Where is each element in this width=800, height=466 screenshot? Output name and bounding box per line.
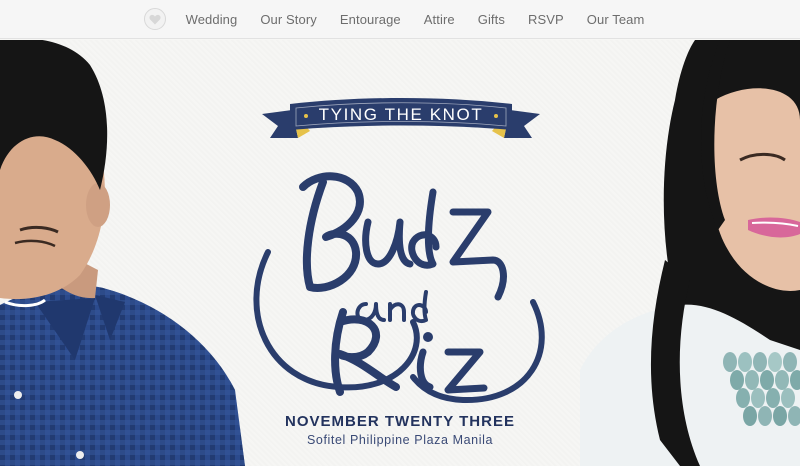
nav-item-entourage[interactable]: Entourage [340, 12, 401, 27]
bride-photo [580, 40, 800, 466]
nav-item-our-story[interactable]: Our Story [260, 12, 317, 27]
names-script-logo [253, 172, 545, 404]
nav-item-rsvp[interactable]: RSVP [528, 12, 564, 27]
hero-section: TYING THE KNOT NOVEMBER TWENTY THREE Sof… [0, 40, 800, 466]
heart-icon [149, 14, 161, 24]
nav-item-gifts[interactable]: Gifts [478, 12, 505, 27]
wedding-date: NOVEMBER TWENTY THREE [285, 413, 515, 430]
nav-item-our-team[interactable]: Our Team [587, 12, 645, 27]
top-nav: Wedding Our Story Entourage Attire Gifts… [0, 0, 800, 39]
nav-item-attire[interactable]: Attire [424, 12, 455, 27]
home-heart-button[interactable] [143, 8, 166, 30]
nav-inner: Wedding Our Story Entourage Attire Gifts… [143, 8, 645, 30]
groom-photo [0, 40, 245, 466]
nav-item-wedding[interactable]: Wedding [186, 12, 238, 27]
wedding-venue: Sofitel Philippine Plaza Manila [306, 433, 494, 447]
banner-text: TYING THE KNOT [318, 105, 484, 124]
